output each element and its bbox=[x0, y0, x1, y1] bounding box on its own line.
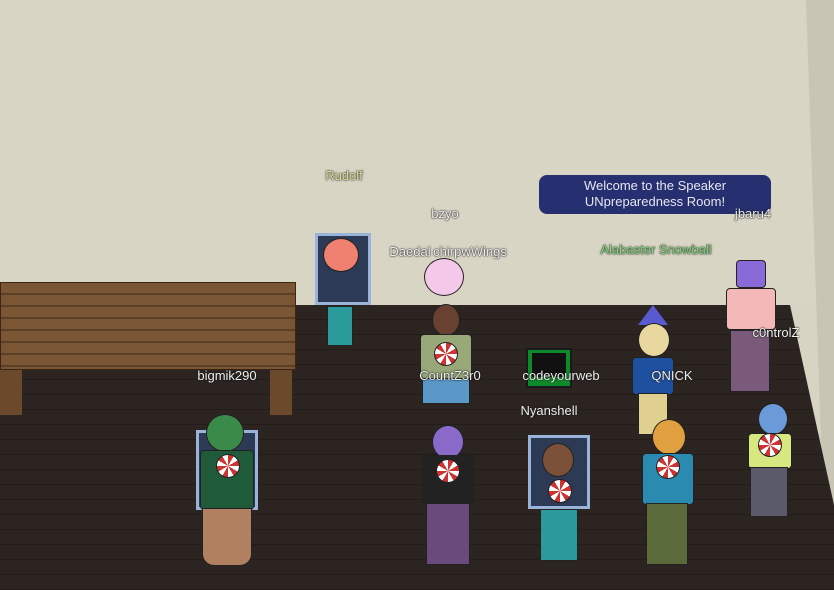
player-name-label[interactable]: Nyanshell bbox=[520, 403, 577, 418]
avatar-head bbox=[652, 419, 686, 455]
speech-bubble-line: Welcome to the Speaker bbox=[583, 178, 727, 193]
avatar-legs bbox=[327, 306, 353, 346]
player-name-label[interactable]: Daedal bbox=[389, 244, 430, 259]
player-name-label[interactable]: chirpwWings bbox=[433, 244, 507, 259]
avatar-skirt bbox=[202, 508, 252, 566]
avatar-body bbox=[726, 288, 776, 330]
avatar-head bbox=[424, 258, 464, 296]
player-name-label[interactable]: Rudolf bbox=[325, 168, 363, 183]
player-name-label[interactable]: CountZ3r0 bbox=[419, 368, 480, 383]
avatar-bzyo[interactable] bbox=[418, 258, 474, 438]
player-name-label[interactable]: Alabaster Snowball bbox=[600, 242, 711, 257]
avatar-legs bbox=[426, 503, 470, 565]
avatar-bigmik290[interactable] bbox=[194, 410, 264, 575]
avatar-teal[interactable] bbox=[640, 415, 696, 570]
avatar-head bbox=[736, 260, 766, 288]
avatar-head bbox=[323, 238, 359, 272]
player-name-label[interactable]: c0ntrolZ bbox=[753, 325, 800, 340]
avatar-blue[interactable] bbox=[744, 403, 796, 523]
room-wall bbox=[0, 0, 834, 305]
candy-badge-icon bbox=[758, 433, 782, 457]
candy-badge-icon bbox=[436, 459, 460, 483]
avatar-nyanshell[interactable] bbox=[528, 435, 592, 570]
avatar-head bbox=[758, 403, 788, 435]
wooden-stage bbox=[0, 282, 296, 370]
player-name-label[interactable]: QNICK bbox=[651, 368, 692, 383]
avatar-head bbox=[542, 443, 574, 477]
avatar-legs bbox=[646, 503, 688, 565]
candy-badge-icon bbox=[656, 455, 680, 479]
avatar-head bbox=[432, 425, 464, 459]
avatar-head bbox=[206, 414, 244, 452]
player-name-label[interactable]: codeyourweb bbox=[522, 368, 599, 383]
player-name-label[interactable]: bzyo bbox=[431, 206, 458, 221]
stage-leg bbox=[270, 370, 292, 415]
wizard-hat-icon bbox=[638, 305, 668, 325]
avatar-rudolf[interactable] bbox=[315, 228, 375, 358]
avatar-legs bbox=[540, 509, 578, 561]
candy-badge-icon bbox=[434, 342, 458, 366]
avatar-head bbox=[638, 323, 670, 357]
player-name-label[interactable]: bigmik290 bbox=[197, 368, 256, 383]
avatar-head bbox=[432, 304, 460, 336]
candy-badge-icon bbox=[548, 479, 572, 503]
stage-leg bbox=[0, 370, 22, 415]
candy-badge-icon bbox=[216, 454, 240, 478]
avatar-legs bbox=[750, 467, 788, 517]
player-name-label[interactable]: jbaru4 bbox=[735, 206, 771, 221]
avatar-purple[interactable] bbox=[420, 425, 476, 570]
